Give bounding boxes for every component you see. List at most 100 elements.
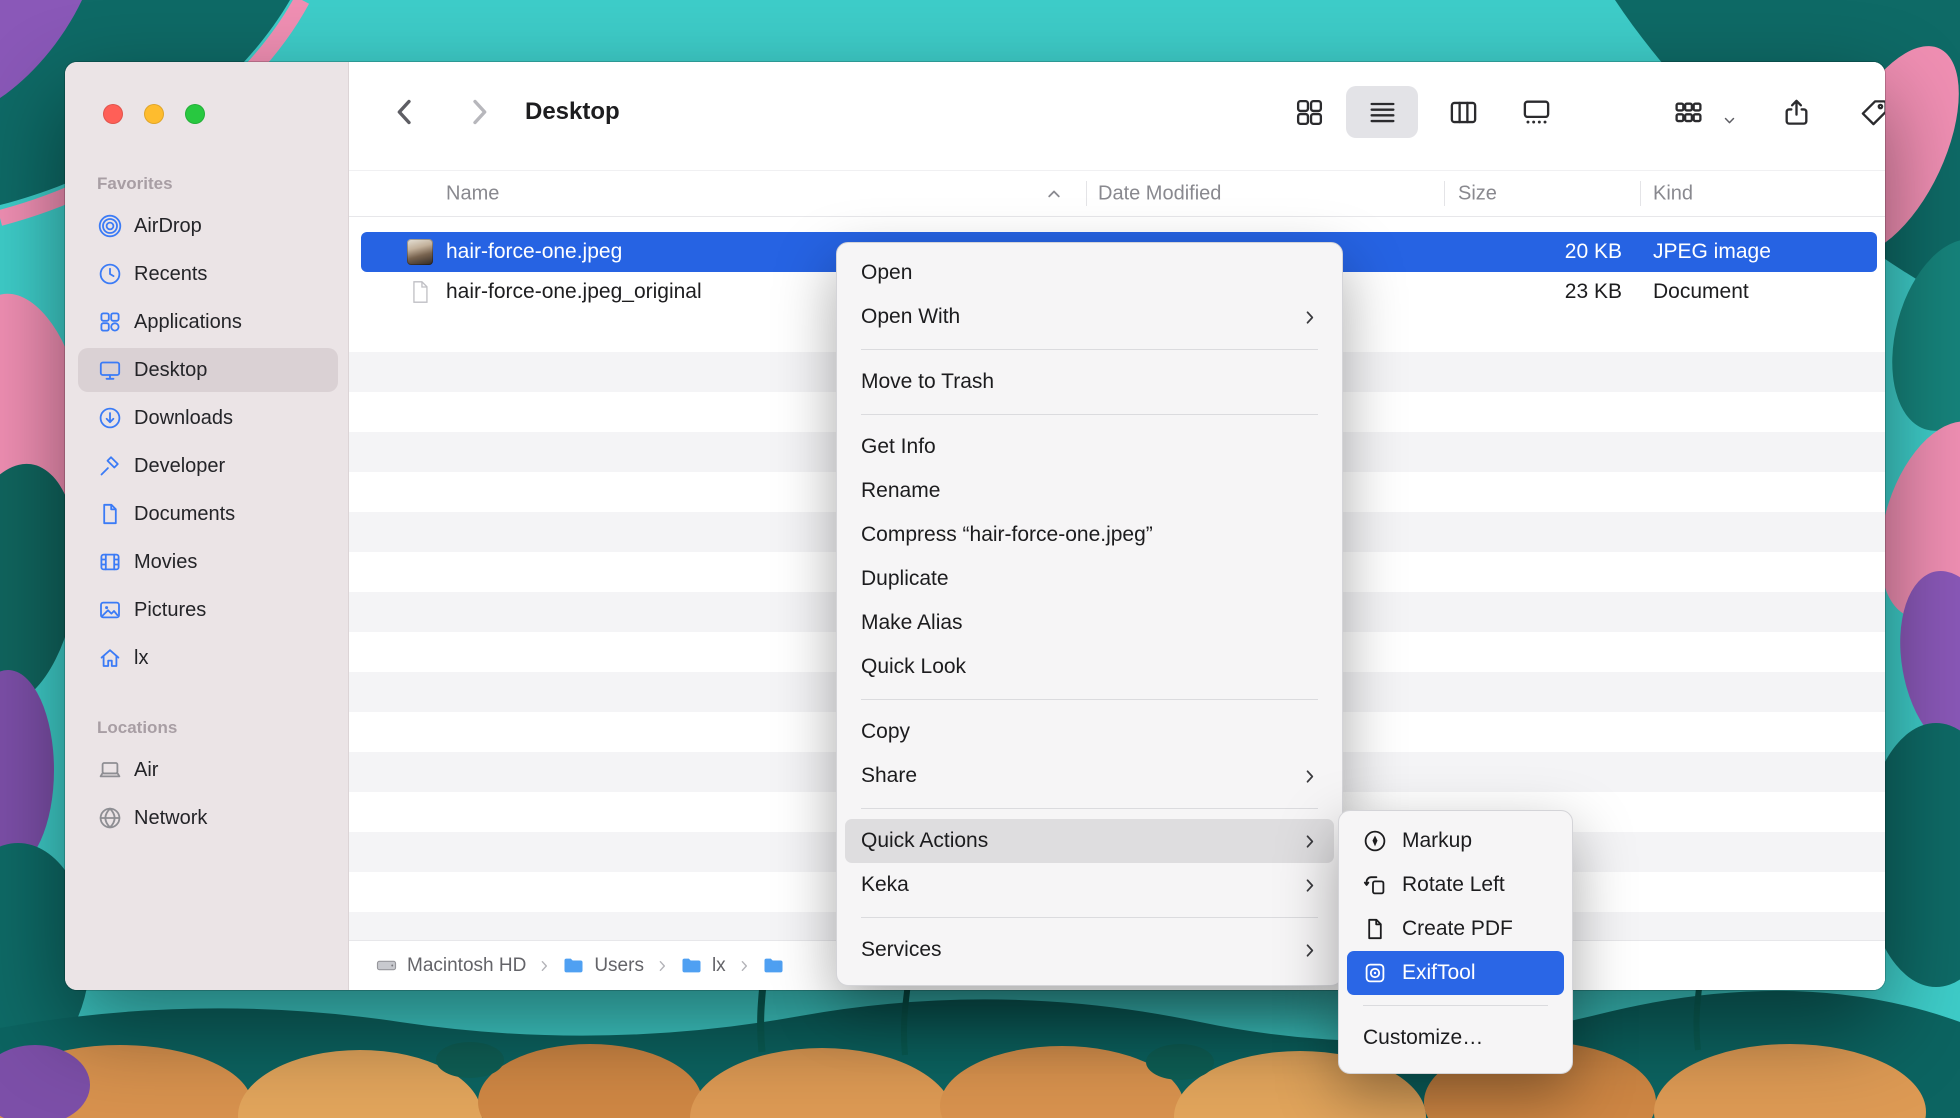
sidebar-item-downloads[interactable]: Downloads: [78, 396, 338, 440]
column-divider[interactable]: [1640, 181, 1641, 206]
sidebar-item-label: Downloads: [134, 407, 233, 430]
toolbar: Desktop: [349, 62, 1885, 170]
file-kind: JPEG image: [1653, 240, 1771, 264]
menu-item-rotate-left[interactable]: Rotate Left: [1347, 863, 1564, 907]
menu-separator: [861, 349, 1318, 350]
menu-item-label: Quick Actions: [861, 829, 988, 853]
menu-item-markup[interactable]: Markup: [1347, 819, 1564, 863]
sidebar: FavoritesAirDropRecentsApplicationsDeskt…: [65, 62, 349, 990]
group-dropdown-chevron-icon[interactable]: [1722, 113, 1737, 128]
chevron-right-icon: [1301, 309, 1318, 326]
airdrop-icon: [98, 214, 122, 238]
forward-button[interactable]: [462, 95, 496, 129]
column-header-name[interactable]: Name: [446, 182, 499, 205]
menu-item-quick-actions[interactable]: Quick Actions: [845, 819, 1334, 863]
sidebar-item-airdrop[interactable]: AirDrop: [78, 204, 338, 248]
sidebar-item-desktop[interactable]: Desktop: [78, 348, 338, 392]
menu-item-share[interactable]: Share: [845, 754, 1334, 798]
chevron-right-icon: [1301, 942, 1318, 959]
column-header-size[interactable]: Size: [1458, 182, 1497, 205]
sidebar-item-label: Documents: [134, 503, 235, 526]
menu-item-open-with[interactable]: Open With: [845, 295, 1334, 339]
menu-item-label: Move to Trash: [861, 370, 994, 394]
create-pdf-icon: [1363, 917, 1387, 941]
sidebar-item-network[interactable]: Network: [78, 796, 338, 840]
menu-item-exiftool[interactable]: ExifTool: [1347, 951, 1564, 995]
menu-item-make-alias[interactable]: Make Alias: [845, 601, 1334, 645]
sidebar-item-air[interactable]: Air: [78, 748, 338, 792]
list-view-button[interactable]: [1367, 97, 1398, 128]
menu-item-compress-hair-force-one-jpeg[interactable]: Compress “hair-force-one.jpeg”: [845, 513, 1334, 557]
gallery-view-button[interactable]: [1521, 97, 1552, 128]
menu-item-label: Services: [861, 938, 942, 962]
sidebar-item-label: Network: [134, 807, 207, 830]
path-item-users[interactable]: Users: [562, 954, 644, 977]
column-header-row: Name Date Modified Size Kind: [349, 170, 1885, 217]
menu-item-get-info[interactable]: Get Info: [845, 425, 1334, 469]
menu-item-open[interactable]: Open: [845, 251, 1334, 295]
file-name: hair-force-one.jpeg_original: [446, 280, 702, 304]
menu-item-duplicate[interactable]: Duplicate: [845, 557, 1334, 601]
chevron-right-icon: [655, 959, 669, 973]
chevron-right-icon: [1301, 833, 1318, 850]
downloads-icon: [98, 406, 122, 430]
close-button[interactable]: [103, 104, 123, 124]
context-menu: Open Open With Move to Trash Get InfoRename…: [836, 242, 1343, 986]
sidebar-item-label: Developer: [134, 455, 225, 478]
sidebar-item-pictures[interactable]: Pictures: [78, 588, 338, 632]
column-view-button[interactable]: [1448, 97, 1479, 128]
menu-item-label: Compress “hair-force-one.jpeg”: [861, 523, 1153, 547]
sidebar-item-lx[interactable]: lx: [78, 636, 338, 680]
path-item-macintosh-hd[interactable]: Macintosh HD: [375, 954, 526, 977]
sidebar-section-title-locations: Locations: [97, 718, 177, 738]
menu-item-create-pdf[interactable]: Create PDF: [1347, 907, 1564, 951]
menu-item-rename[interactable]: Rename: [845, 469, 1334, 513]
file-size: 23 KB: [1444, 280, 1622, 304]
hard-drive-icon: [375, 954, 398, 977]
menu-separator: [861, 414, 1318, 415]
column-divider[interactable]: [1086, 181, 1087, 206]
sidebar-item-label: Desktop: [134, 359, 207, 382]
sidebar-item-applications[interactable]: Applications: [78, 300, 338, 344]
sidebar-item-developer[interactable]: Developer: [78, 444, 338, 488]
quick-actions-submenu: MarkupRotate LeftCreate PDFExifTool Custo…: [1338, 810, 1573, 1074]
sidebar-item-label: Applications: [134, 311, 242, 334]
menu-item-services[interactable]: Services: [845, 928, 1334, 972]
path-item-label: Macintosh HD: [407, 955, 526, 977]
menu-item-label: Open: [861, 261, 912, 285]
sidebar-item-movies[interactable]: Movies: [78, 540, 338, 584]
sidebar-item-documents[interactable]: Documents: [78, 492, 338, 536]
menu-item-copy[interactable]: Copy: [845, 710, 1334, 754]
laptop-icon: [98, 758, 122, 782]
column-header-date-modified[interactable]: Date Modified: [1098, 182, 1221, 205]
home-icon: [98, 646, 122, 670]
share-button[interactable]: [1781, 97, 1812, 128]
clock-icon: [98, 262, 122, 286]
menu-item-move-to-trash[interactable]: Move to Trash: [845, 360, 1334, 404]
menu-item-label: Copy: [861, 720, 910, 744]
minimize-button[interactable]: [144, 104, 164, 124]
file-kind: Document: [1653, 280, 1749, 304]
zoom-button[interactable]: [185, 104, 205, 124]
menu-item-quick-look[interactable]: Quick Look: [845, 645, 1334, 689]
column-header-kind[interactable]: Kind: [1653, 182, 1693, 205]
icon-view-button[interactable]: [1294, 97, 1325, 128]
hammer-icon: [98, 454, 122, 478]
document-icon: [98, 502, 122, 526]
photo-icon: [98, 598, 122, 622]
menu-item-keka[interactable]: Keka: [845, 863, 1334, 907]
window-title: Desktop: [525, 98, 620, 126]
tags-button[interactable]: [1859, 97, 1886, 128]
path-item-lx[interactable]: lx: [680, 954, 726, 977]
menu-item-customize[interactable]: Customize…: [1347, 1016, 1564, 1060]
exiftool-icon: [1363, 961, 1387, 985]
path-item-folder[interactable]: [762, 954, 794, 977]
back-button[interactable]: [388, 95, 422, 129]
menu-item-label: Quick Look: [861, 655, 966, 679]
chevron-right-icon: [1301, 877, 1318, 894]
chevron-right-icon: [737, 959, 751, 973]
menu-item-label: Share: [861, 764, 917, 788]
sidebar-item-recents[interactable]: Recents: [78, 252, 338, 296]
group-button[interactable]: [1673, 97, 1704, 128]
column-divider[interactable]: [1444, 181, 1445, 206]
